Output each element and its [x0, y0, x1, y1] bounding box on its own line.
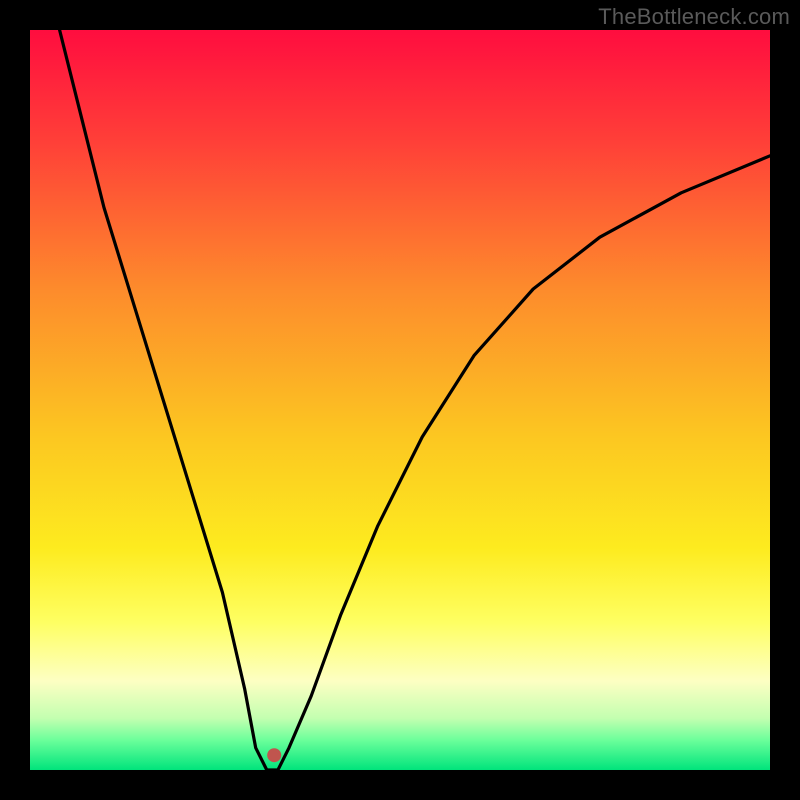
plot-background: [30, 30, 770, 770]
bottleneck-chart: [0, 0, 800, 800]
watermark-text: TheBottleneck.com: [598, 4, 790, 30]
optimum-marker: [267, 748, 281, 762]
chart-frame: TheBottleneck.com: [0, 0, 800, 800]
